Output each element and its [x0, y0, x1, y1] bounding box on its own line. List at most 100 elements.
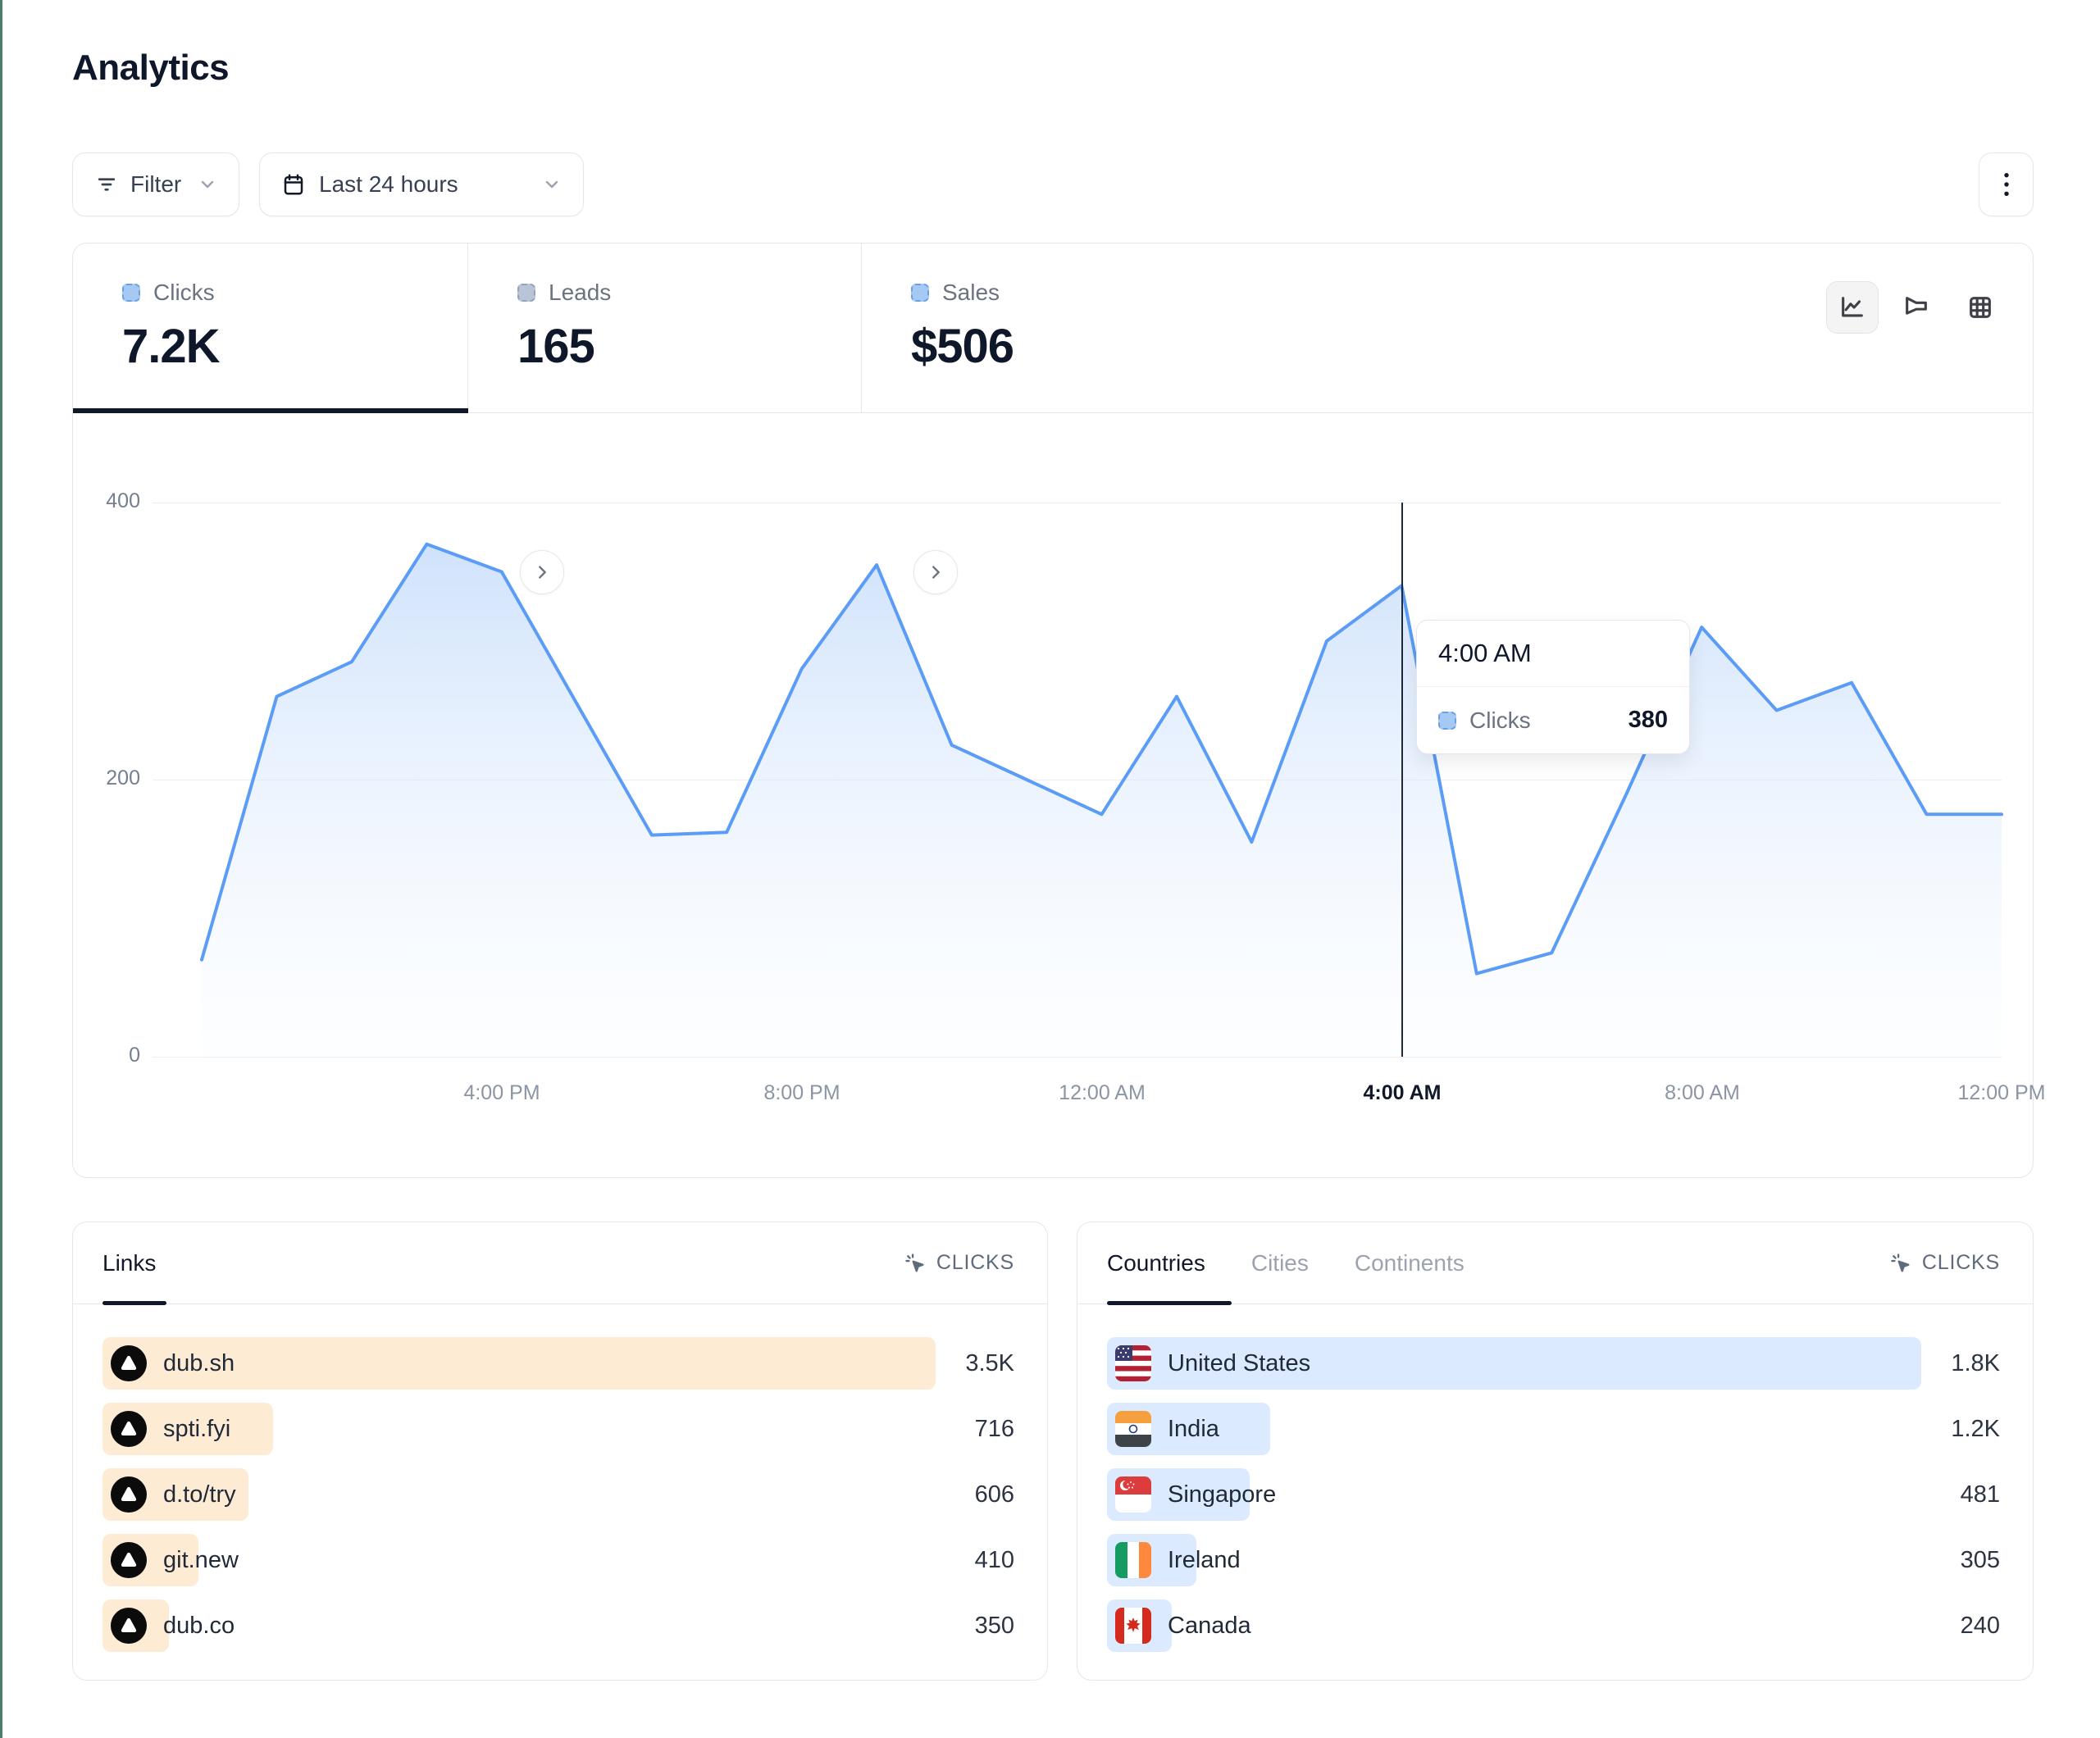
cursor-click-icon: [1889, 1252, 1912, 1275]
country-clicks-value: 240: [1961, 1599, 2000, 1652]
tooltip-legend-square-icon: [1438, 712, 1456, 730]
tab-sales[interactable]: Sales $506: [862, 243, 1354, 413]
clicks-area-chart[interactable]: [153, 503, 2002, 1057]
leads-legend-square-icon: [517, 284, 535, 302]
country-label: Singapore: [1168, 1481, 1276, 1508]
country-clicks-value: 1.8K: [1951, 1337, 2000, 1390]
y-axis-label: 400: [83, 489, 140, 513]
tab-cities[interactable]: Cities: [1251, 1250, 1309, 1276]
country-label: India: [1168, 1416, 1219, 1443]
clicks-series: [153, 503, 2002, 1057]
active-tab-underline: [73, 408, 468, 413]
link-clicks-value: 350: [975, 1599, 1014, 1652]
sales-legend-square-icon: [911, 284, 929, 302]
grid-icon: [1966, 293, 1994, 321]
link-label: spti.fyi: [163, 1416, 230, 1443]
tab-leads[interactable]: Leads 165: [468, 243, 862, 413]
link-row[interactable]: spti.fyi 716: [102, 1403, 1014, 1455]
metric-tabs-row: Clicks 7.2K Leads 165 Sales $506: [73, 243, 2033, 413]
chart-view-toggles: [1826, 281, 2007, 334]
tab-clicks[interactable]: Clicks 7.2K: [73, 243, 468, 413]
link-clicks-value: 3.5K: [965, 1337, 1014, 1390]
chart-tooltip: 4:00 AM Clicks 380: [1416, 620, 1690, 754]
link-row[interactable]: dub.sh 3.5K: [102, 1337, 1014, 1390]
analytics-page: Analytics Filter Last 24 hours: [0, 0, 2100, 1738]
country-clicks-value: 1.2K: [1951, 1403, 2000, 1455]
tab-countries[interactable]: Countries: [1107, 1250, 1205, 1276]
country-clicks-value: 305: [1961, 1534, 2000, 1586]
analytics-chart-card: Clicks 7.2K Leads 165 Sales $506: [72, 243, 2034, 1178]
links-metric-header[interactable]: CLICKS: [904, 1251, 1014, 1275]
chevron-down-icon: [542, 175, 562, 194]
page-title: Analytics: [72, 48, 229, 89]
country-row[interactable]: Ireland 305: [1107, 1534, 2000, 1586]
funnel-view-button[interactable]: [1890, 281, 1943, 334]
x-axis-label: 4:00 PM: [463, 1081, 540, 1105]
links-panel: Links CLICKS dub.sh 3.5K: [72, 1222, 1048, 1681]
vertical-dots-icon: [1995, 171, 2018, 198]
line-chart-icon: [1838, 293, 1866, 321]
link-label: git.new: [163, 1547, 239, 1574]
flag-united-states-icon: [1115, 1345, 1151, 1381]
line-chart-view-button[interactable]: [1826, 281, 1879, 334]
chevron-down-icon: [198, 175, 217, 194]
link-clicks-value: 716: [975, 1403, 1014, 1455]
metric-tab-label: Sales: [942, 280, 1000, 306]
left-edge-accent: [0, 0, 2, 1738]
more-options-button[interactable]: [1979, 152, 2034, 216]
geo-panel: Countries Cities Continents CLICKS: [1077, 1222, 2034, 1681]
link-label: d.to/try: [163, 1481, 236, 1508]
date-range-label: Last 24 hours: [319, 171, 458, 198]
link-row[interactable]: d.to/try 606: [102, 1468, 1014, 1521]
dub-logo-icon: [111, 1476, 147, 1513]
metric-tab-value: 165: [517, 319, 861, 374]
tooltip-time: 4:00 AM: [1417, 621, 1689, 687]
metric-tab-label: Leads: [549, 280, 611, 306]
link-label: dub.co: [163, 1613, 235, 1640]
dub-logo-icon: [111, 1345, 147, 1381]
link-label: dub.sh: [163, 1350, 235, 1377]
country-row[interactable]: United States 1.8K: [1107, 1337, 2000, 1390]
y-axis-label: 0: [83, 1044, 140, 1067]
metric-tab-value: 7.2K: [122, 319, 467, 374]
flag-canada-icon: [1115, 1608, 1151, 1644]
links-tab-underline: [102, 1301, 166, 1305]
country-label: United States: [1168, 1350, 1310, 1377]
link-row[interactable]: dub.co 350: [102, 1599, 1014, 1652]
filter-button[interactable]: Filter: [72, 152, 239, 216]
calendar-icon: [281, 172, 306, 197]
country-row[interactable]: Canada 240: [1107, 1599, 2000, 1652]
y-axis-label: 200: [83, 767, 140, 790]
x-axis-label-hovered: 4:00 AM: [1364, 1081, 1442, 1105]
metric-tab-value: $506: [911, 319, 1354, 374]
link-row[interactable]: git.new 410: [102, 1534, 1014, 1586]
tooltip-value: 380: [1629, 707, 1668, 734]
date-range-button[interactable]: Last 24 hours: [259, 152, 584, 216]
expand-leads-button[interactable]: [520, 550, 564, 594]
tab-continents[interactable]: Continents: [1355, 1250, 1465, 1276]
metric-tab-label: Clicks: [153, 280, 215, 306]
dub-logo-icon: [111, 1608, 147, 1644]
chart-crosshair: [1401, 503, 1403, 1057]
country-label: Ireland: [1168, 1547, 1241, 1574]
tab-links[interactable]: Links: [102, 1250, 156, 1276]
expand-sales-button[interactable]: [913, 550, 958, 594]
metric-header-label: CLICKS: [1922, 1251, 2000, 1275]
link-clicks-value: 410: [975, 1534, 1014, 1586]
dub-logo-icon: [111, 1411, 147, 1447]
countries-tab-underline: [1107, 1301, 1232, 1305]
filter-icon: [94, 172, 119, 197]
country-clicks-value: 481: [1961, 1468, 2000, 1521]
cursor-click-icon: [904, 1252, 927, 1275]
country-row[interactable]: India 1.2K: [1107, 1403, 2000, 1455]
metric-header-label: CLICKS: [936, 1251, 1014, 1275]
funnel-icon: [1902, 293, 1930, 321]
x-axis-label: 8:00 AM: [1665, 1081, 1740, 1105]
geo-metric-header[interactable]: CLICKS: [1889, 1251, 2000, 1275]
table-view-button[interactable]: [1954, 281, 2007, 334]
tooltip-series-label: Clicks: [1469, 707, 1531, 734]
country-row[interactable]: Singapore 481: [1107, 1468, 2000, 1521]
filter-button-label: Filter: [130, 171, 181, 198]
link-clicks-value: 606: [975, 1468, 1014, 1521]
dub-logo-icon: [111, 1542, 147, 1578]
